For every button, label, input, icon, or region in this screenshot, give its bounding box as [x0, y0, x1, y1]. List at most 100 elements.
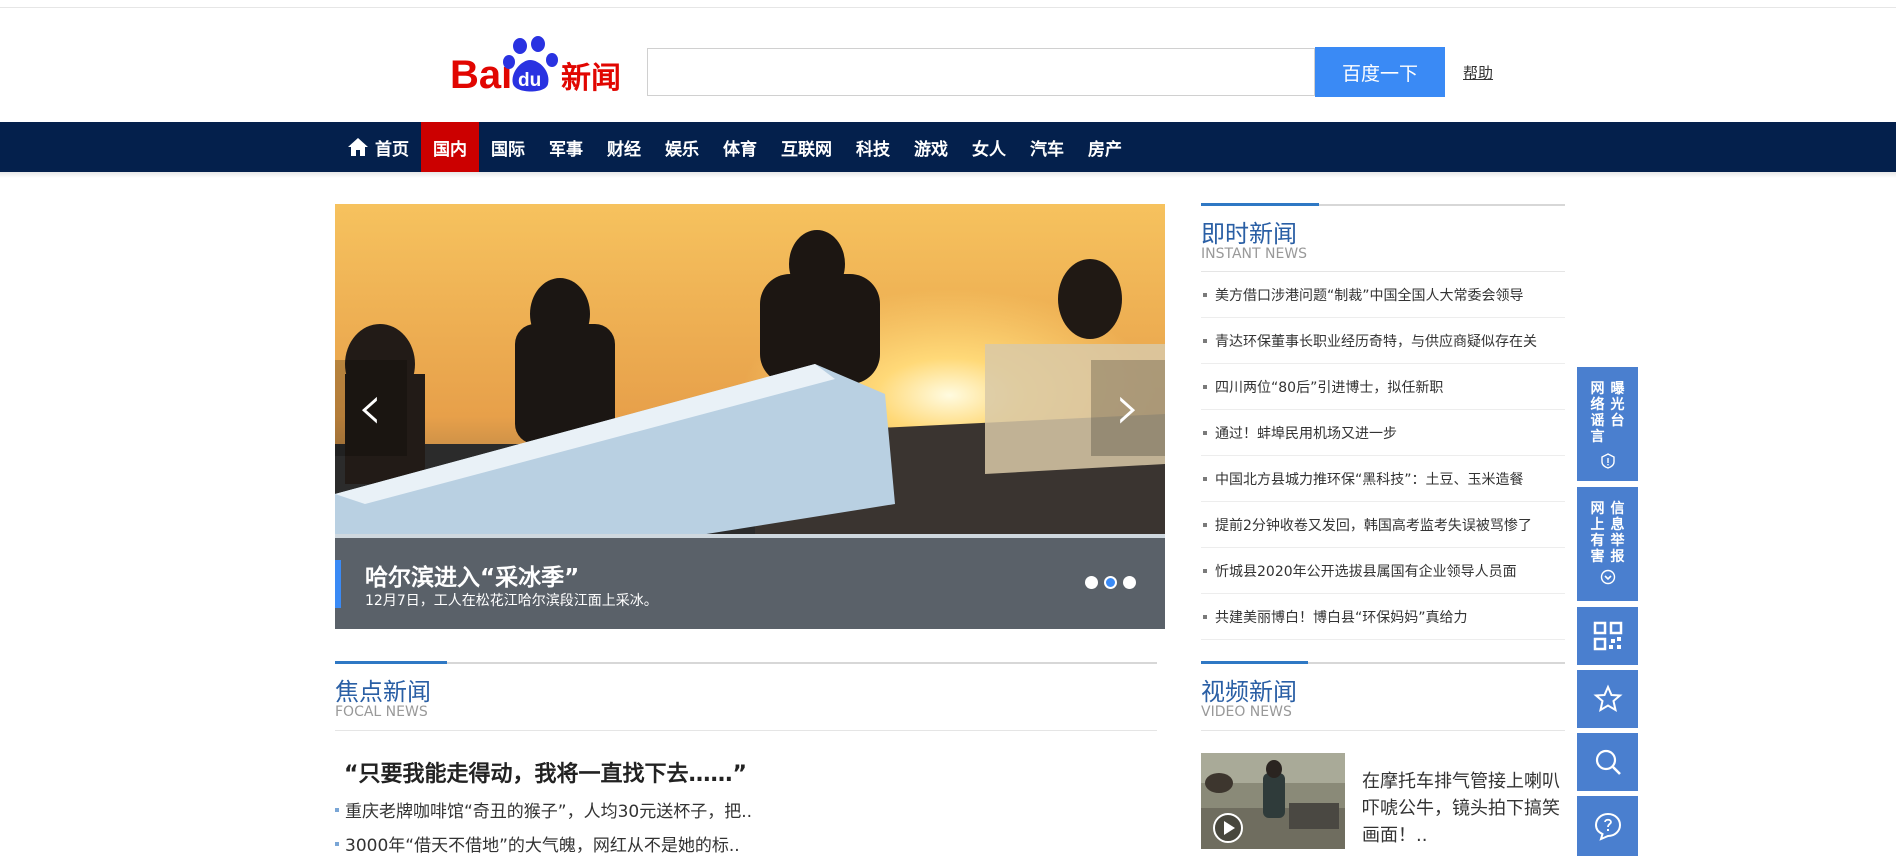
news-title: 美方借口涉港问题“制裁”中国全国人大常委会领导	[1215, 287, 1524, 304]
nav-item-finance[interactable]: 财经	[595, 122, 653, 172]
news-item[interactable]: 中国北方县城力推环保“黑科技”：土豆、玉米造餐	[1201, 456, 1565, 502]
nav-item-sports[interactable]: 体育	[711, 122, 769, 172]
chat-question-icon	[1594, 812, 1621, 841]
section-accent	[335, 661, 447, 664]
rumor-exposure-button[interactable]: 网络谣言 曝光台	[1577, 367, 1638, 481]
news-item[interactable]: 共建美丽博白！博白县“环保妈妈”真给力	[1201, 594, 1565, 640]
news-item[interactable]: 美方借口涉港问题“制裁”中国全国人大常委会领导	[1201, 272, 1565, 318]
play-icon	[1213, 813, 1243, 843]
svg-text:Bai: Bai	[450, 53, 512, 96]
section-title[interactable]: 视频新闻	[1201, 672, 1297, 707]
news-item[interactable]: 忻城县2020年公开选拔县属国有企业领导人员面	[1201, 548, 1565, 594]
section-subtitle: VIDEO NEWS	[1201, 704, 1292, 720]
news-item[interactable]: 通过！蚌埠民用机场又进一步	[1201, 410, 1565, 456]
nav-item-military[interactable]: 军事	[537, 122, 595, 172]
section-accent	[1201, 203, 1319, 206]
nav-item-realestate[interactable]: 房产	[1076, 122, 1134, 172]
bullet-icon	[1203, 522, 1207, 527]
nav-item-auto[interactable]: 汽车	[1018, 122, 1076, 172]
instant-news-list: 美方借口涉港问题“制裁”中国全国人大常委会领导 青达环保董事长职业经历奇特，与供…	[1201, 272, 1565, 640]
nav-item-tech[interactable]: 科技	[844, 122, 902, 172]
nav-item-label: 女人	[972, 139, 1006, 160]
nav-item-games[interactable]: 游戏	[902, 122, 960, 172]
news-title: 通过！蚌埠民用机场又进一步	[1215, 425, 1397, 442]
nav-item-label: 财经	[607, 139, 641, 160]
section-divider	[335, 662, 1157, 664]
news-title: 忻城县2020年公开选拔县属国有企业领导人员面	[1215, 563, 1517, 580]
nav-item-label: 国内	[433, 139, 467, 160]
side-label-right: 信息举报	[1610, 501, 1625, 565]
news-title: 青达环保董事长职业经历奇特，与供应商疑似存在关	[1215, 333, 1537, 350]
video-title[interactable]: 在摩托车排气管接上喇叭吓唬公牛，镜头拍下搞笑画面！..	[1362, 768, 1567, 849]
news-item[interactable]: 四川两位“80后”引进博士，拟任新职	[1201, 364, 1565, 410]
chevron-left-icon: ‹	[357, 371, 383, 445]
nav-item-home[interactable]: 首页	[335, 122, 421, 172]
favorite-button[interactable]	[1577, 670, 1638, 728]
slide-title[interactable]: 哈尔滨进入“采冰季”	[365, 558, 579, 592]
nav-item-women[interactable]: 女人	[960, 122, 1018, 172]
nav-item-label: 体育	[723, 139, 757, 160]
news-title: 重庆老牌咖啡馆“奇丑的猴子”，人均30元送杯子，把..	[345, 802, 753, 822]
search-shortcut-button[interactable]	[1577, 733, 1638, 791]
slider-dot[interactable]	[1085, 576, 1098, 589]
slider-dots	[1085, 576, 1136, 589]
nav-item-label: 房产	[1088, 139, 1122, 160]
focal-headline[interactable]: “只要我能走得动，我将一直找下去……”	[344, 756, 747, 788]
slider-next-button[interactable]: ›	[1091, 360, 1165, 456]
bullet-icon	[1203, 614, 1207, 619]
nav-item-label: 国际	[491, 139, 525, 160]
help-link[interactable]: 帮助	[1463, 62, 1493, 83]
bullet-icon	[1203, 568, 1207, 573]
search-input[interactable]	[647, 48, 1315, 96]
search-button[interactable]: 百度一下	[1315, 47, 1445, 97]
feedback-button[interactable]	[1577, 796, 1638, 856]
section-divider	[335, 730, 1157, 731]
alert-icon	[1600, 453, 1615, 469]
side-label-left: 网络谣言	[1590, 381, 1605, 445]
nav-item-label: 互联网	[781, 139, 832, 160]
slide-caption: 哈尔滨进入“采冰季” 12月7日，工人在松花江哈尔滨段江面上采冰。	[335, 538, 1165, 629]
section-divider	[1201, 730, 1565, 731]
qr-code-icon	[1593, 621, 1622, 651]
slider-dot[interactable]	[1123, 576, 1136, 589]
bullet-icon	[1203, 384, 1207, 389]
svg-text:du: du	[518, 70, 541, 91]
section-title[interactable]: 即时新闻	[1201, 214, 1297, 249]
news-title: 四川两位“80后”引进博士，拟任新职	[1215, 379, 1444, 396]
slider-dot-active[interactable]	[1104, 576, 1117, 589]
section-subtitle: INSTANT NEWS	[1201, 246, 1308, 262]
search-icon	[1595, 749, 1621, 775]
nav-item-international[interactable]: 国际	[479, 122, 537, 172]
nav-shadow	[0, 172, 1896, 178]
section-title[interactable]: 焦点新闻	[335, 672, 431, 707]
news-title: 共建美丽博白！博白县“环保妈妈”真给力	[1215, 609, 1468, 626]
svg-text:新闻: 新闻	[561, 61, 621, 96]
chevron-right-icon: ›	[1115, 371, 1141, 445]
nav-item-label: 游戏	[914, 139, 948, 160]
slider-prev-button[interactable]: ‹	[335, 360, 407, 456]
nav-item-label: 首页	[375, 139, 409, 160]
qr-code-button[interactable]	[1577, 607, 1638, 665]
nav-item-label: 科技	[856, 139, 890, 160]
news-title: 提前2分钟收卷又发回，韩国高考监考失误被骂惨了	[1215, 517, 1532, 534]
news-item[interactable]: 青达环保董事长职业经历奇特，与供应商疑似存在关	[1201, 318, 1565, 364]
nav-item-internet[interactable]: 互联网	[769, 122, 844, 172]
headline-slider[interactable]: ‹ › 哈尔滨进入“采冰季” 12月7日，工人在松花江哈尔滨段江面上采冰。	[335, 204, 1165, 629]
baidu-news-logo[interactable]: Bai du 新闻	[450, 34, 625, 96]
bullet-icon	[1203, 338, 1207, 343]
bullet-icon	[1203, 292, 1207, 297]
caption-accent-bar	[335, 560, 341, 608]
focal-news-item[interactable]: 3000年“借天不借地”的大气魄，网红从不是她的标..	[335, 831, 740, 856]
main-nav: 首页 国内 国际 军事 财经 娱乐 体育 互联网 科技 游戏 女人 汽车 房产	[0, 122, 1896, 172]
star-icon	[1592, 684, 1623, 713]
nav-item-label: 娱乐	[665, 139, 699, 160]
bullet-icon	[335, 807, 339, 812]
home-icon	[348, 138, 368, 156]
nav-item-domestic[interactable]: 国内	[421, 122, 479, 172]
video-thumbnail[interactable]	[1201, 753, 1345, 849]
nav-item-label: 军事	[549, 139, 583, 160]
news-item[interactable]: 提前2分钟收卷又发回，韩国高考监考失误被骂惨了	[1201, 502, 1565, 548]
harmful-info-report-button[interactable]: 网上有害 信息举报	[1577, 487, 1638, 601]
focal-news-item[interactable]: 重庆老牌咖啡馆“奇丑的猴子”，人均30元送杯子，把..	[335, 797, 752, 822]
nav-item-entertainment[interactable]: 娱乐	[653, 122, 711, 172]
